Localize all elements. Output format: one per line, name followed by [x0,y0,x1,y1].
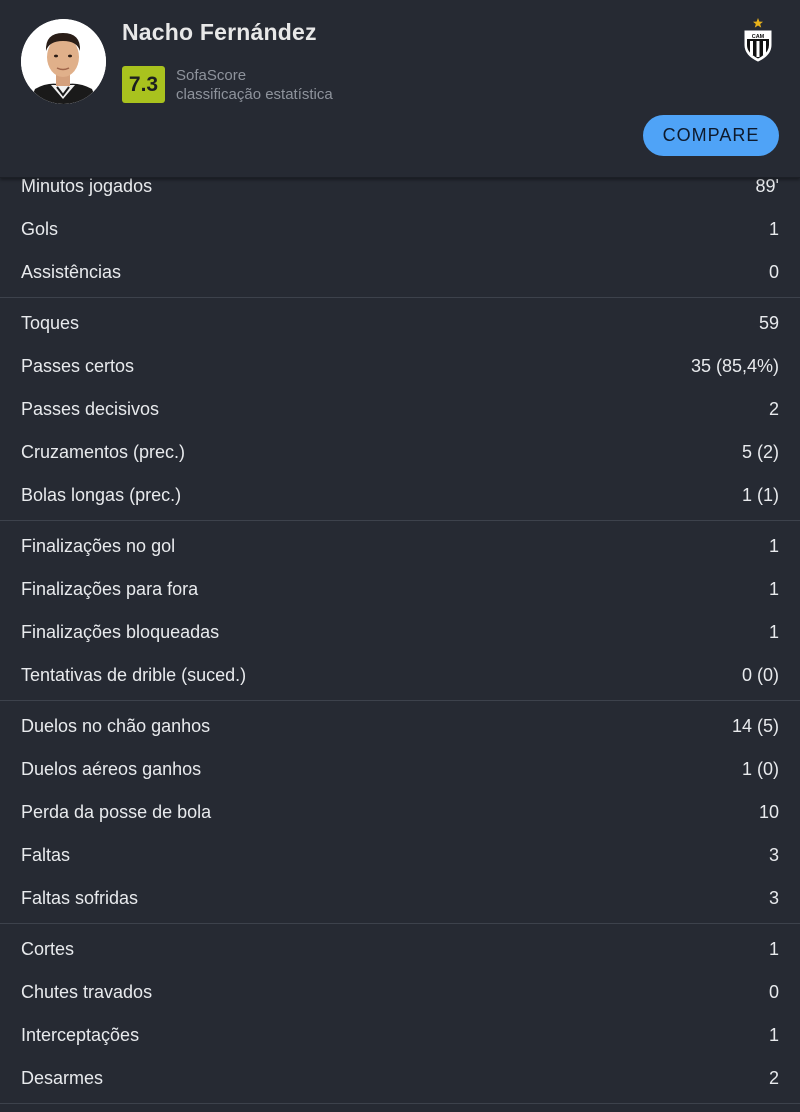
stat-group: Duelos no chão ganhos 14 (5) Duelos aéreos… [0,701,800,924]
stat-value: 35 (85,4%) [690,356,779,376]
rating-source-brand: SofaScore [176,67,247,84]
stat-row: Cortes 1 [0,928,800,971]
stat-group: Minutos jogados 89' Gols 1 Assistências 0 [0,165,800,298]
stat-row: Cruzamentos (prec.) 5 (2) [0,431,800,474]
svg-text:CAM: CAM [752,34,765,40]
stat-label: Passes certos [21,356,135,376]
stat-row: Perda da posse de bola 10 [0,791,800,834]
stat-value: 59 [758,313,779,333]
stats-list: Minutos jogados 89' Gols 1 Assistências 0 Toqu… [0,165,800,1104]
stat-row: Bolas longas (prec.) 1 (1) [0,474,800,517]
stat-label: Faltas sofridas [21,888,139,908]
stat-row: Finalizações no gol 1 [0,525,800,568]
stat-row: Passes decisivos 2 [0,388,800,431]
stat-label: Interceptações [21,1025,140,1045]
stat-row: Tentativas de drible (suced.) 0 (0) [0,654,800,697]
stat-value: 1 [768,219,779,239]
stat-value: 1 (0) [741,759,779,779]
stat-value: 1 [768,536,779,556]
stat-label: Toques [21,313,80,333]
stat-label: Faltas [21,845,71,865]
player-name: Nacho Fernández [122,19,317,45]
player-stats-sheet: Nacho Fernández 7.3 SofaScore classifica… [0,0,800,1112]
stat-value: 1 [768,939,779,959]
stat-value: 89' [755,176,779,196]
club-crest-icon[interactable]: CAM [740,17,776,63]
stat-value: 1 [768,622,779,642]
stat-label: Chutes travados [21,982,153,1002]
stat-label: Finalizações bloqueadas [21,622,220,642]
stat-value: 0 (0) [741,665,779,685]
stat-row: Faltas sofridas 3 [0,877,800,920]
stat-value: 10 [758,802,779,822]
stat-label: Perda da posse de bola [21,802,212,822]
stat-label: Bolas longas (prec.) [21,485,182,505]
stat-value: 1 [768,579,779,599]
stat-value: 3 [768,888,779,908]
stat-value: 1 (1) [741,485,779,505]
stat-label: Passes decisivos [21,399,160,419]
stat-row: Duelos aéreos ganhos 1 (0) [0,748,800,791]
stat-value: 3 [768,845,779,865]
stat-label: Gols [21,219,59,239]
stat-value: 0 [768,982,779,1002]
rating-source-caption: classificação estatística [176,86,333,103]
stat-label: Duelos aéreos ganhos [21,759,202,779]
stat-row: Assistências 0 [0,251,800,294]
player-header: Nacho Fernández 7.3 SofaScore classifica… [0,0,800,178]
stat-label: Duelos no chão ganhos [21,716,211,736]
stat-row: Finalizações para fora 1 [0,568,800,611]
stat-label: Finalizações para fora [21,579,199,599]
stat-value: 5 (2) [741,442,779,462]
stat-group: Cortes 1 Chutes travados 0 Interceptações 1 De… [0,924,800,1104]
stat-label: Minutos jogados [21,176,153,196]
stat-row: Toques 59 [0,302,800,345]
stat-label: Tentativas de drible (suced.) [21,665,247,685]
stat-value: 2 [768,1068,779,1088]
stat-row: Desarmes 2 [0,1057,800,1100]
stat-row: Chutes travados 0 [0,971,800,1014]
stat-value: 14 (5) [731,716,779,736]
stat-row: Duelos no chão ganhos 14 (5) [0,705,800,748]
stat-value: 1 [768,1025,779,1045]
player-photo-icon [21,19,106,104]
stat-row: Finalizações bloqueadas 1 [0,611,800,654]
player-avatar [21,19,106,104]
stat-row: Faltas 3 [0,834,800,877]
stat-label: Finalizações no gol [21,536,176,556]
stat-label: Cortes [21,939,75,959]
stat-row: Interceptações 1 [0,1014,800,1057]
stat-row: Passes certos 35 (85,4%) [0,345,800,388]
stat-label: Assistências [21,262,122,282]
stat-value: 0 [768,262,779,282]
compare-button[interactable]: COMPARE [643,115,779,156]
stat-value: 2 [768,399,779,419]
stat-row: Gols 1 [0,208,800,251]
stat-label: Cruzamentos (prec.) [21,442,186,462]
stat-group: Finalizações no gol 1 Finalizações para fo… [0,521,800,701]
stat-label: Desarmes [21,1068,104,1088]
stat-group: Toques 59 Passes certos 35 (85,4%) Passes de… [0,298,800,521]
rating-badge: 7.3 [122,66,165,103]
rating-source: SofaScore classificação estatística [176,66,333,104]
